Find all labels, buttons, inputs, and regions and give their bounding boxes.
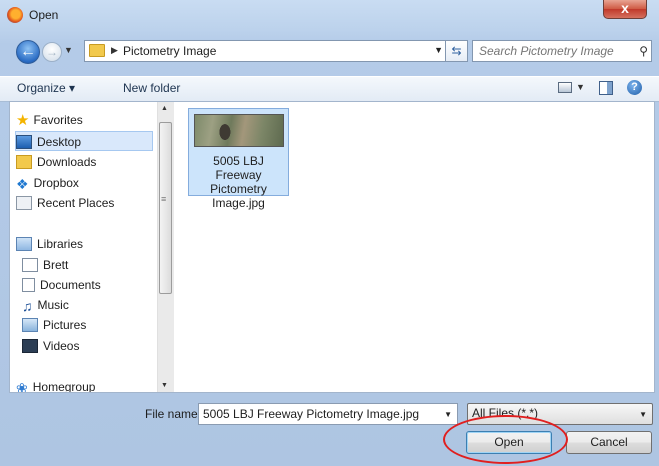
- sidebar-item-downloads[interactable]: Downloads: [16, 152, 96, 172]
- sidebar-item-recent-places[interactable]: Recent Places: [16, 193, 114, 213]
- navigation-scrollbar[interactable]: ▲ ≡ ▼: [157, 102, 174, 392]
- videos-icon: [22, 338, 38, 353]
- window-title: Open: [29, 8, 59, 22]
- file-name-label-text: File name:: [145, 407, 202, 421]
- firefox-icon: [7, 7, 23, 23]
- back-button[interactable]: ←: [16, 40, 40, 64]
- user-library-icon: [22, 257, 38, 272]
- open-file-dialog: Open x ← → ▼ ▶ Pictometry Image ▼ ⇆ ⚲ Or…: [0, 0, 659, 466]
- file-type-value: All Files (*.*): [472, 406, 539, 420]
- dropbox-icon: ❖: [16, 175, 29, 192]
- address-dropdown-icon[interactable]: ▼: [434, 45, 443, 55]
- change-view-icon[interactable]: [558, 82, 572, 93]
- scrollbar-grip-icon: ≡: [161, 194, 167, 204]
- sidebar-homegroup[interactable]: ❀ Homegroup: [16, 377, 95, 392]
- command-toolbar: Organize ▾ New folder ▼ ?: [0, 76, 659, 102]
- refresh-button[interactable]: ⇆: [446, 40, 468, 62]
- file-selection-panel: File name: ▼ All Files (*.*) ▼ Open Canc…: [0, 393, 659, 466]
- search-box[interactable]: ⚲: [472, 40, 652, 62]
- file-name-combobox[interactable]: ▼: [198, 403, 458, 425]
- sidebar-item-desktop[interactable]: Desktop: [15, 131, 153, 151]
- recent-places-icon: [16, 195, 32, 210]
- title-bar: Open x: [0, 0, 659, 30]
- libraries-icon: [16, 236, 32, 251]
- file-name-input[interactable]: [203, 406, 433, 422]
- file-type-select[interactable]: All Files (*.*) ▼: [467, 403, 653, 425]
- close-button[interactable]: x: [603, 0, 647, 19]
- cancel-button[interactable]: Cancel: [566, 431, 652, 454]
- preview-pane-icon[interactable]: [599, 81, 613, 95]
- sidebar-item-music[interactable]: ♫ Music: [22, 295, 69, 315]
- navigation-pane: ★ Favorites Desktop Downloads ❖ Dropbox Re…: [10, 102, 175, 392]
- scroll-up-arrow-icon[interactable]: ▲: [161, 105, 168, 112]
- downloads-folder-icon: [16, 154, 32, 169]
- scroll-down-arrow-icon[interactable]: ▼: [161, 382, 168, 389]
- image-thumbnail: [194, 114, 284, 147]
- sidebar-item-dropbox[interactable]: ❖ Dropbox: [16, 173, 79, 193]
- open-button[interactable]: Open: [466, 431, 552, 454]
- content-area: ★ Favorites Desktop Downloads ❖ Dropbox Re…: [9, 101, 655, 393]
- file-name-dropdown-icon[interactable]: ▼: [444, 410, 452, 419]
- sidebar-item-pictures[interactable]: Pictures: [22, 315, 86, 335]
- forward-button[interactable]: →: [42, 42, 62, 62]
- view-options-dropdown-icon[interactable]: ▼: [576, 82, 585, 92]
- file-type-dropdown-icon[interactable]: ▼: [639, 410, 647, 419]
- breadcrumb-pictometry-image[interactable]: Pictometry Image: [123, 44, 216, 58]
- music-icon: ♫: [22, 297, 33, 314]
- file-name-label: 5005 LBJ Freeway Pictometry Image.jpg: [210, 154, 267, 210]
- pictures-icon: [22, 317, 38, 332]
- documents-icon: [22, 277, 35, 292]
- scrollbar-thumb[interactable]: [159, 122, 172, 294]
- organize-button[interactable]: Organize ▾: [17, 81, 75, 95]
- favorites-star-icon: ★: [16, 111, 30, 129]
- navigation-bar: ← → ▼ ▶ Pictometry Image ▼ ⇆ ⚲: [0, 36, 659, 68]
- search-icon[interactable]: ⚲: [639, 44, 648, 58]
- desktop-icon: [16, 134, 32, 149]
- homegroup-icon: ❀: [16, 379, 28, 392]
- new-folder-button[interactable]: New folder: [123, 81, 180, 95]
- help-icon[interactable]: ?: [627, 80, 642, 95]
- recent-locations-dropdown-icon[interactable]: ▼: [64, 45, 73, 55]
- sidebar-item-documents[interactable]: Documents: [22, 275, 101, 295]
- address-bar[interactable]: ▶ Pictometry Image ▼: [84, 40, 446, 62]
- sidebar-item-brett[interactable]: Brett: [22, 255, 68, 275]
- file-item[interactable]: 5005 LBJ Freeway Pictometry Image.jpg: [188, 108, 289, 210]
- sidebar-item-videos[interactable]: Videos: [22, 336, 79, 356]
- folder-icon: [89, 44, 105, 57]
- search-input[interactable]: [479, 43, 629, 59]
- sidebar-favorites[interactable]: ★ Favorites: [16, 110, 83, 130]
- breadcrumb-separator-icon[interactable]: ▶: [111, 45, 118, 56]
- sidebar-libraries[interactable]: Libraries: [16, 234, 83, 254]
